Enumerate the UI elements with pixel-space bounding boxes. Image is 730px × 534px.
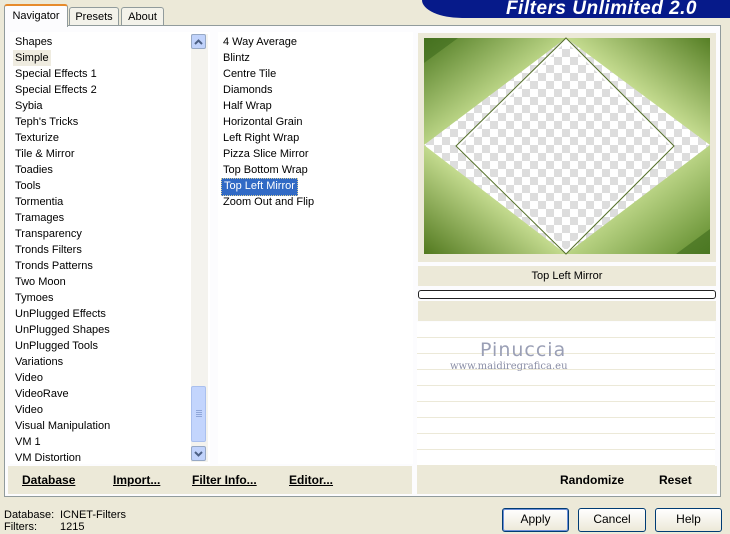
category-item[interactable]: VM 1 [13,434,43,450]
progress-bar [418,290,716,299]
preview-frame [418,33,716,262]
database-button[interactable]: Database [22,472,75,488]
grip-line [196,416,202,417]
chevron-up-icon [194,38,203,45]
right-action-bar: Randomize Reset [417,466,717,494]
apply-button[interactable]: Apply [502,508,569,532]
status-filters-label: Filters: [4,521,37,533]
category-item[interactable]: Two Moon [13,274,68,290]
help-button[interactable]: Help [655,508,722,532]
preview-caption: Top Left Mirror [418,266,716,286]
category-item[interactable]: Variations [13,354,65,370]
tab-about[interactable]: About [121,7,164,25]
filter-item[interactable]: Blintz [221,50,252,66]
filter-item[interactable]: Horizontal Grain [221,114,304,130]
scroll-up-button[interactable] [191,34,206,49]
filter-item[interactable]: Diamonds [221,82,275,98]
scroll-thumb[interactable] [191,386,206,442]
category-item[interactable]: UnPlugged Tools [13,338,100,354]
category-item[interactable]: Video [13,370,45,386]
parameter-row [417,434,715,450]
editor-button[interactable]: Editor... [289,472,333,488]
category-item[interactable]: Simple [13,50,51,66]
parameter-row [417,450,715,466]
category-item[interactable]: Toadies [13,162,55,178]
category-item[interactable]: VM Distortion [13,450,83,466]
reset-button[interactable]: Reset [659,472,692,488]
filter-item[interactable]: Half Wrap [221,98,274,114]
category-item[interactable]: Video [13,402,45,418]
filter-item[interactable]: Centre Tile [221,66,278,82]
category-item[interactable]: Tronds Filters [13,242,84,258]
category-item[interactable]: Transparency [13,226,84,242]
chevron-down-icon [194,450,203,457]
parameter-row [417,322,715,338]
category-item[interactable]: Tile & Mirror [13,146,76,162]
filter-item[interactable]: 4 Way Average [221,34,299,50]
tab-presets[interactable]: Presets [69,7,119,25]
filter-item[interactable]: Zoom Out and Flip [221,194,316,210]
category-item[interactable]: Tormentia [13,194,65,210]
filter-preview-image [424,37,710,255]
category-scrollbar[interactable] [191,34,208,462]
category-item[interactable]: Visual Manipulation [13,418,112,434]
category-item[interactable]: Shapes [13,34,54,50]
preview-spacer [418,301,716,321]
import-button[interactable]: Import... [113,472,160,488]
left-action-bar: Database Import... Filter Info... Editor… [8,466,412,494]
grip-line [196,414,202,415]
watermark-site: www.maidiregrafica.eu [450,361,568,372]
category-item[interactable]: Tools [13,178,43,194]
status-filters-value: 1215 [60,521,85,533]
category-item[interactable]: Tramages [13,210,66,226]
category-item[interactable]: Tymoes [13,290,56,306]
category-item[interactable]: UnPlugged Shapes [13,322,112,338]
parameter-row [417,386,715,402]
watermark-name: Pinuccia [480,339,567,361]
app-title: Filters Unlimited 2.0 [505,0,697,19]
filter-item[interactable]: Left Right Wrap [221,130,301,146]
filter-item[interactable]: Pizza Slice Mirror [221,146,311,162]
filter-list[interactable]: 4 Way Average Blintz Centre Tile Diamonds Ha… [218,32,413,464]
category-list[interactable]: Shapes Simple Special Effects 1 Special Eff… [10,32,210,464]
scroll-down-button[interactable] [191,446,206,461]
randomize-button[interactable]: Randomize [560,472,624,488]
category-item[interactable]: Sybia [13,98,45,114]
parameter-row [417,418,715,434]
category-item[interactable]: UnPlugged Effects [13,306,108,322]
grip-line [196,412,202,413]
parameter-row [417,402,715,418]
category-item[interactable]: VideoRave [13,386,71,402]
tab-navigator[interactable]: Navigator [4,4,68,27]
category-item[interactable]: Teph's Tricks [13,114,80,130]
filter-info-button[interactable]: Filter Info... [192,472,257,488]
category-item[interactable]: Texturize [13,130,61,146]
filter-item[interactable]: Top Bottom Wrap [221,162,310,178]
category-item[interactable]: Tronds Patterns [13,258,95,274]
app-header-banner: Filters Unlimited 2.0 [422,0,730,18]
grip-line [196,410,202,411]
parameter-row [417,370,715,386]
category-item[interactable]: Special Effects 2 [13,82,99,98]
category-item[interactable]: Special Effects 1 [13,66,99,82]
cancel-button[interactable]: Cancel [578,508,646,532]
